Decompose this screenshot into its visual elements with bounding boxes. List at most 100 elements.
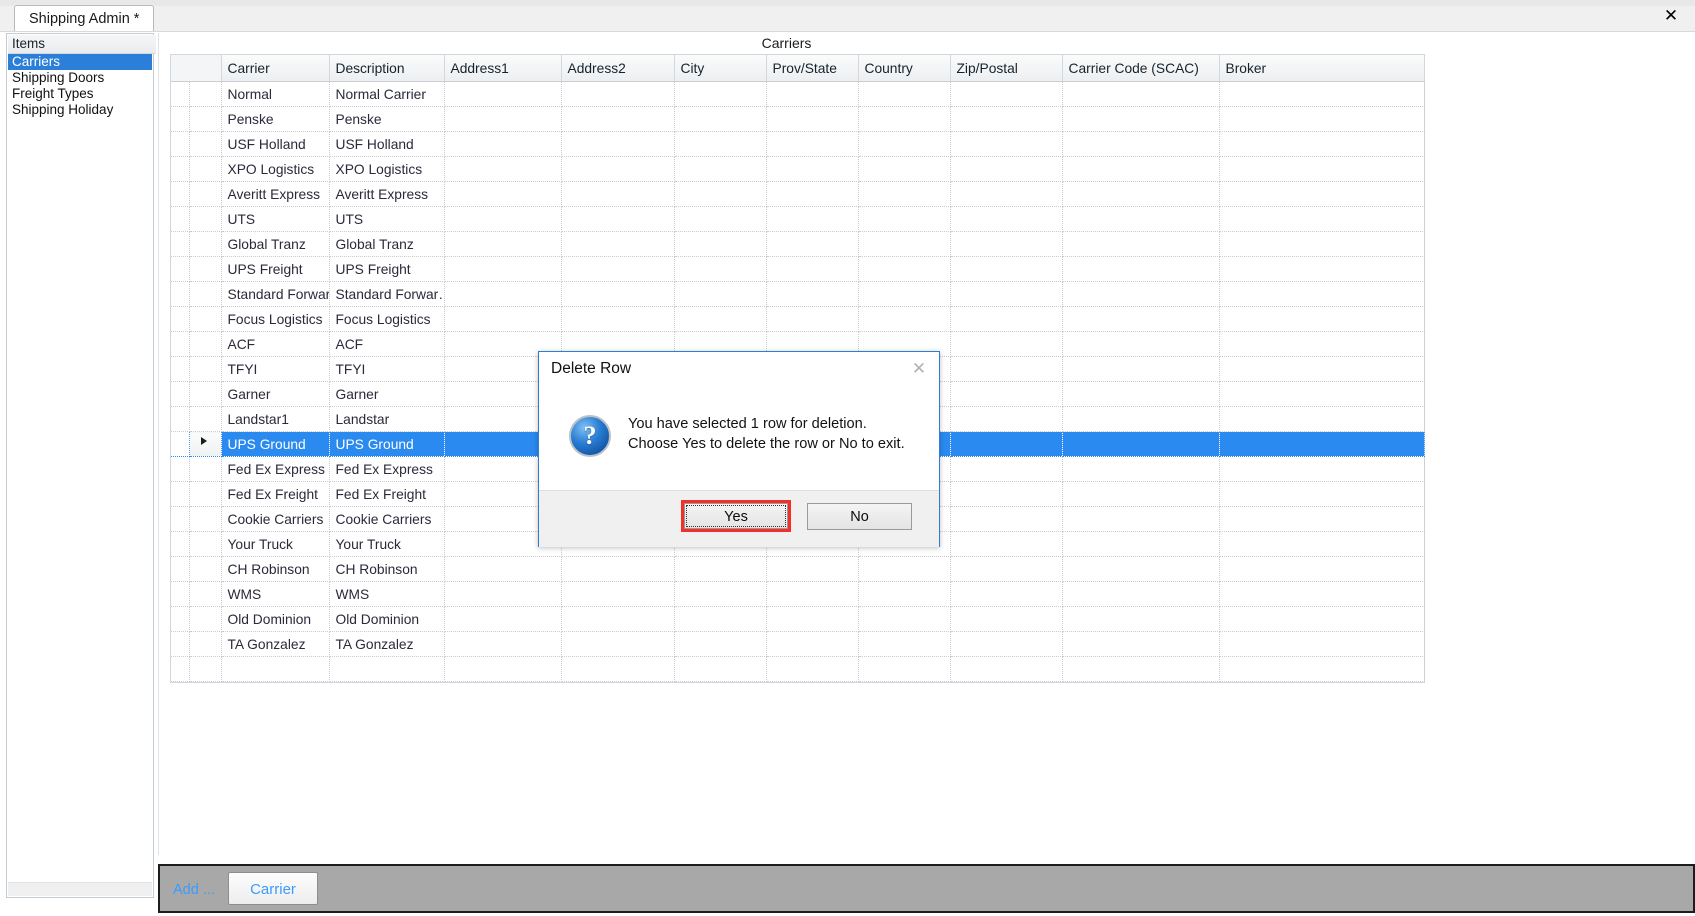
cell-carrier[interactable]: TFYI bbox=[221, 356, 330, 382]
cell-carrier-code[interactable] bbox=[1062, 81, 1220, 107]
row-header-cell[interactable] bbox=[189, 331, 222, 357]
cell-zip-postal[interactable] bbox=[950, 281, 1063, 307]
cell-address1[interactable] bbox=[444, 81, 562, 107]
dialog-close-icon[interactable]: ✕ bbox=[908, 359, 930, 379]
cell-country[interactable] bbox=[858, 656, 951, 682]
cell-carrier[interactable]: XPO Logistics bbox=[221, 156, 330, 182]
table-row[interactable]: Focus Logistics Focus Logistics bbox=[171, 306, 1425, 332]
cell-zip-postal[interactable] bbox=[950, 606, 1063, 632]
cell-address2[interactable] bbox=[561, 206, 675, 232]
cell-description[interactable]: Penske bbox=[329, 106, 445, 132]
cell-carrier-code[interactable] bbox=[1062, 606, 1220, 632]
cell-zip-postal[interactable] bbox=[950, 181, 1063, 207]
sidebar-item-freight-types[interactable]: Freight Types bbox=[8, 86, 152, 102]
column-header-zip-postal[interactable]: Zip/Postal bbox=[950, 55, 1063, 82]
cell-zip-postal[interactable] bbox=[950, 231, 1063, 257]
cell-zip-postal[interactable] bbox=[950, 156, 1063, 182]
cell-address2[interactable] bbox=[561, 256, 675, 282]
cell-carrier-code[interactable] bbox=[1062, 631, 1220, 657]
cell-carrier[interactable]: Garner bbox=[221, 381, 330, 407]
cell-country[interactable] bbox=[858, 206, 951, 232]
cell-description[interactable] bbox=[329, 656, 445, 682]
row-header-cell[interactable] bbox=[189, 656, 222, 682]
cell-description[interactable]: XPO Logistics bbox=[329, 156, 445, 182]
table-row[interactable] bbox=[171, 656, 1425, 682]
table-row[interactable]: Penske Penske bbox=[171, 106, 1425, 132]
row-header-cell[interactable] bbox=[189, 506, 222, 532]
table-row[interactable]: UTS UTS bbox=[171, 206, 1425, 232]
cell-broker[interactable] bbox=[1219, 331, 1425, 357]
table-row[interactable]: Global Tranz Global Tranz bbox=[171, 231, 1425, 257]
table-row[interactable]: Standard Forwar…Standard Forwar… bbox=[171, 281, 1425, 307]
column-header-carrier-code[interactable]: Carrier Code (SCAC) bbox=[1062, 55, 1220, 82]
column-header-description[interactable]: Description bbox=[329, 55, 445, 82]
cell-zip-postal[interactable] bbox=[950, 631, 1063, 657]
cell-zip-postal[interactable] bbox=[950, 531, 1063, 557]
cell-country[interactable] bbox=[858, 181, 951, 207]
cell-carrier-code[interactable] bbox=[1062, 481, 1220, 507]
cell-address1[interactable] bbox=[444, 606, 562, 632]
cell-prov-state[interactable] bbox=[766, 556, 859, 582]
cell-carrier-code[interactable] bbox=[1062, 281, 1220, 307]
cell-prov-state[interactable] bbox=[766, 81, 859, 107]
row-header-cell[interactable] bbox=[189, 556, 222, 582]
cell-carrier-code[interactable] bbox=[1062, 406, 1220, 432]
cell-prov-state[interactable] bbox=[766, 581, 859, 607]
row-header-cell[interactable] bbox=[189, 431, 222, 457]
cell-carrier-code[interactable] bbox=[1062, 581, 1220, 607]
cell-carrier-code[interactable] bbox=[1062, 156, 1220, 182]
cell-address1[interactable] bbox=[444, 231, 562, 257]
cell-address1[interactable] bbox=[444, 206, 562, 232]
cell-carrier-code[interactable] bbox=[1062, 256, 1220, 282]
cell-broker[interactable] bbox=[1219, 106, 1425, 132]
cell-broker[interactable] bbox=[1219, 506, 1425, 532]
cell-carrier-code[interactable] bbox=[1062, 331, 1220, 357]
cell-zip-postal[interactable] bbox=[950, 556, 1063, 582]
cell-broker[interactable] bbox=[1219, 431, 1425, 457]
cell-zip-postal[interactable] bbox=[950, 381, 1063, 407]
row-header-cell[interactable] bbox=[189, 456, 222, 482]
cell-country[interactable] bbox=[858, 256, 951, 282]
table-row[interactable]: WMS WMS bbox=[171, 581, 1425, 607]
cell-prov-state[interactable] bbox=[766, 306, 859, 332]
cell-city[interactable] bbox=[674, 656, 767, 682]
cell-prov-state[interactable] bbox=[766, 156, 859, 182]
row-header-cell[interactable] bbox=[189, 181, 222, 207]
column-header-city[interactable]: City bbox=[674, 55, 767, 82]
table-row[interactable]: Old Dominion Old Dominion bbox=[171, 606, 1425, 632]
cell-zip-postal[interactable] bbox=[950, 581, 1063, 607]
cell-broker[interactable] bbox=[1219, 381, 1425, 407]
cell-broker[interactable] bbox=[1219, 356, 1425, 382]
cell-address1[interactable] bbox=[444, 281, 562, 307]
cell-carrier-code[interactable] bbox=[1062, 231, 1220, 257]
cell-broker[interactable] bbox=[1219, 481, 1425, 507]
cell-carrier-code[interactable] bbox=[1062, 506, 1220, 532]
row-header-cell[interactable] bbox=[189, 231, 222, 257]
cell-address2[interactable] bbox=[561, 181, 675, 207]
table-row[interactable]: USF Holland USF Holland bbox=[171, 131, 1425, 157]
cell-carrier[interactable] bbox=[221, 656, 330, 682]
cell-city[interactable] bbox=[674, 131, 767, 157]
cell-carrier[interactable]: Global Tranz bbox=[221, 231, 330, 257]
cell-carrier-code[interactable] bbox=[1062, 131, 1220, 157]
row-header-cell[interactable] bbox=[189, 131, 222, 157]
cell-broker[interactable] bbox=[1219, 131, 1425, 157]
cell-address1[interactable] bbox=[444, 556, 562, 582]
cell-description[interactable]: UPS Ground bbox=[329, 431, 445, 457]
cell-broker[interactable] bbox=[1219, 281, 1425, 307]
cell-carrier-code[interactable] bbox=[1062, 431, 1220, 457]
cell-carrier[interactable]: Landstar1 bbox=[221, 406, 330, 432]
cell-broker[interactable] bbox=[1219, 306, 1425, 332]
cell-zip-postal[interactable] bbox=[950, 656, 1063, 682]
cell-description[interactable]: Focus Logistics bbox=[329, 306, 445, 332]
cell-city[interactable] bbox=[674, 156, 767, 182]
row-header-cell[interactable] bbox=[189, 481, 222, 507]
cell-address2[interactable] bbox=[561, 131, 675, 157]
cell-country[interactable] bbox=[858, 581, 951, 607]
cell-city[interactable] bbox=[674, 206, 767, 232]
cell-prov-state[interactable] bbox=[766, 256, 859, 282]
cell-carrier-code[interactable] bbox=[1062, 531, 1220, 557]
cell-broker[interactable] bbox=[1219, 231, 1425, 257]
sidebar-item-shipping-doors[interactable]: Shipping Doors bbox=[8, 70, 152, 86]
cell-broker[interactable] bbox=[1219, 556, 1425, 582]
